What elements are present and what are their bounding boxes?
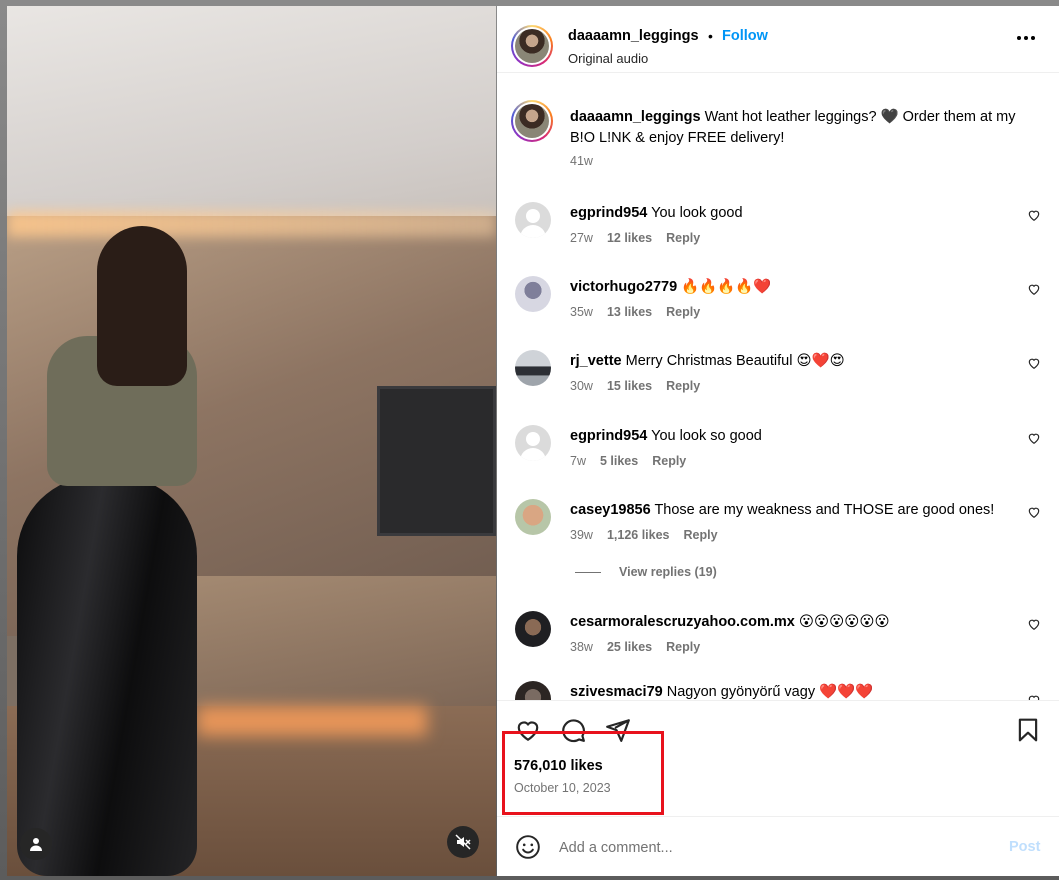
caption-time: 41w [570, 154, 593, 168]
comment-likes[interactable]: 15 likes [607, 379, 652, 393]
comment-reply-button[interactable]: Reply [652, 454, 686, 468]
comment-reply-button[interactable]: Reply [666, 305, 700, 319]
comment-heart-icon[interactable] [1027, 282, 1041, 296]
comment-reply-button[interactable]: Reply [666, 379, 700, 393]
more-icon [1017, 36, 1021, 40]
comment-username[interactable]: rj_vette [570, 353, 622, 369]
comment-time[interactable]: 39w [570, 528, 593, 542]
commenter-avatar[interactable] [515, 276, 551, 312]
comment-reply-button[interactable]: Reply [684, 528, 718, 542]
caption-text: daaaamn_leggings Want hot leather leggin… [570, 107, 1040, 149]
comment-reply-button[interactable]: Reply [666, 231, 700, 245]
post-comment-button[interactable]: Post [1009, 839, 1040, 855]
comment-username[interactable]: casey19856 [570, 502, 651, 518]
comment-text: Merry Christmas Beautiful 😍❤️😍 [625, 353, 845, 369]
comment-heart-icon[interactable] [1027, 208, 1041, 222]
caption-author-avatar[interactable] [511, 100, 553, 142]
save-icon [1018, 718, 1038, 742]
comment-text: Those are my weakness and THOSE are good… [654, 502, 995, 518]
comment-time[interactable]: 30w [570, 379, 593, 393]
follow-button[interactable]: Follow [722, 28, 768, 44]
author-avatar[interactable] [511, 25, 553, 67]
view-replies-line [575, 571, 601, 573]
comment-item: victorhugo2779 🔥🔥🔥🔥❤️ 35w 13 likes Reply [497, 276, 1059, 336]
post-date[interactable]: October 10, 2023 [514, 781, 611, 795]
comment-likes[interactable]: 25 likes [607, 640, 652, 654]
commenter-avatar[interactable] [515, 499, 551, 535]
comment-heart-icon[interactable] [1027, 693, 1041, 700]
caption-author[interactable]: daaaamn_leggings [570, 109, 701, 125]
comment-likes[interactable]: 13 likes [607, 305, 652, 319]
comment-item: egprind954 You look so good 7w 5 likes Rep… [497, 425, 1059, 485]
audio-link[interactable]: Original audio [568, 51, 648, 66]
comment-item: casey19856 Those are my weakness and THO… [497, 499, 1059, 559]
comment-username[interactable]: egprind954 [570, 428, 647, 444]
post-details-panel: daaaamn_leggings • Follow Original audio… [497, 6, 1059, 876]
comment-likes[interactable]: 12 likes [607, 231, 652, 245]
comment-time[interactable]: 38w [570, 640, 593, 654]
comments-list[interactable]: daaaamn_leggings Want hot leather leggin… [497, 74, 1059, 700]
commenter-avatar[interactable] [515, 611, 551, 647]
user-tag-button[interactable] [20, 828, 52, 860]
video-subject-hair [97, 226, 187, 386]
comment-item: egprind954 You look good 27w 12 likes Repl… [497, 202, 1059, 262]
comment-time[interactable]: 27w [570, 231, 593, 245]
video-scene-tv [377, 386, 496, 536]
video-subject-legs [17, 476, 197, 876]
comment-item: cesarmoralescruzyahoo.com.mx 😮😮😮😮😮😮 38w 2… [497, 611, 1059, 671]
commenter-avatar[interactable] [515, 202, 551, 238]
commenter-avatar[interactable] [515, 425, 551, 461]
view-replies-label[interactable]: View replies (19) [619, 565, 717, 579]
comment-username[interactable]: szivesmaci79 [570, 684, 663, 700]
mute-button[interactable] [447, 826, 479, 858]
commenter-avatar[interactable] [515, 350, 551, 386]
comment-text: Nagyon gyönyörű vagy ❤️❤️❤️ [666, 684, 874, 700]
comment-heart-icon[interactable] [1027, 617, 1041, 631]
comment-reply-button[interactable]: Reply [666, 640, 700, 654]
post-actions: 576,010 likes October 10, 2023 [497, 700, 1059, 816]
comment-item: rj_vette Merry Christmas Beautiful 😍❤️😍 … [497, 350, 1059, 410]
separator-dot: • [708, 28, 713, 44]
post-video[interactable] [7, 6, 496, 876]
emoji-icon[interactable] [515, 834, 541, 860]
comment-username[interactable]: egprind954 [570, 205, 647, 221]
comment-heart-icon[interactable] [1027, 505, 1041, 519]
comment-text: 😮😮😮😮😮😮 [798, 614, 890, 630]
comment-username[interactable]: victorhugo2779 [570, 279, 677, 295]
user-tag-icon [30, 838, 42, 851]
save-button[interactable] [1015, 717, 1041, 743]
comment-heart-icon[interactable] [1027, 431, 1041, 445]
author-username[interactable]: daaaamn_leggings [568, 28, 699, 44]
video-subject [17, 226, 217, 876]
likes-count[interactable]: 576,010 likes [514, 758, 603, 774]
video-scene-floor-light [197, 706, 427, 736]
comment-time[interactable]: 7w [570, 454, 586, 468]
comment-text: 🔥🔥🔥🔥❤️ [681, 279, 772, 295]
comment-likes[interactable]: 1,126 likes [607, 528, 670, 542]
comment-text: You look good [651, 205, 743, 221]
post-header: daaaamn_leggings • Follow Original audio [497, 6, 1059, 73]
comment-likes[interactable]: 5 likes [600, 454, 638, 468]
mute-icon [455, 834, 471, 850]
add-comment-bar: Post [497, 816, 1059, 876]
comment-item: szivesmaci79 Nagyon gyönyörű vagy ❤️❤️❤️ [497, 681, 1059, 700]
comment-time[interactable]: 35w [570, 305, 593, 319]
comment-heart-icon[interactable] [1027, 356, 1041, 370]
comment-input[interactable] [559, 837, 989, 859]
view-replies-button[interactable]: View replies (19) [575, 565, 717, 579]
comment-text: You look so good [651, 428, 762, 444]
commenter-avatar[interactable] [515, 681, 551, 700]
more-options-button[interactable] [1017, 36, 1035, 40]
comment-username[interactable]: cesarmoralescruzyahoo.com.mx [570, 614, 795, 630]
